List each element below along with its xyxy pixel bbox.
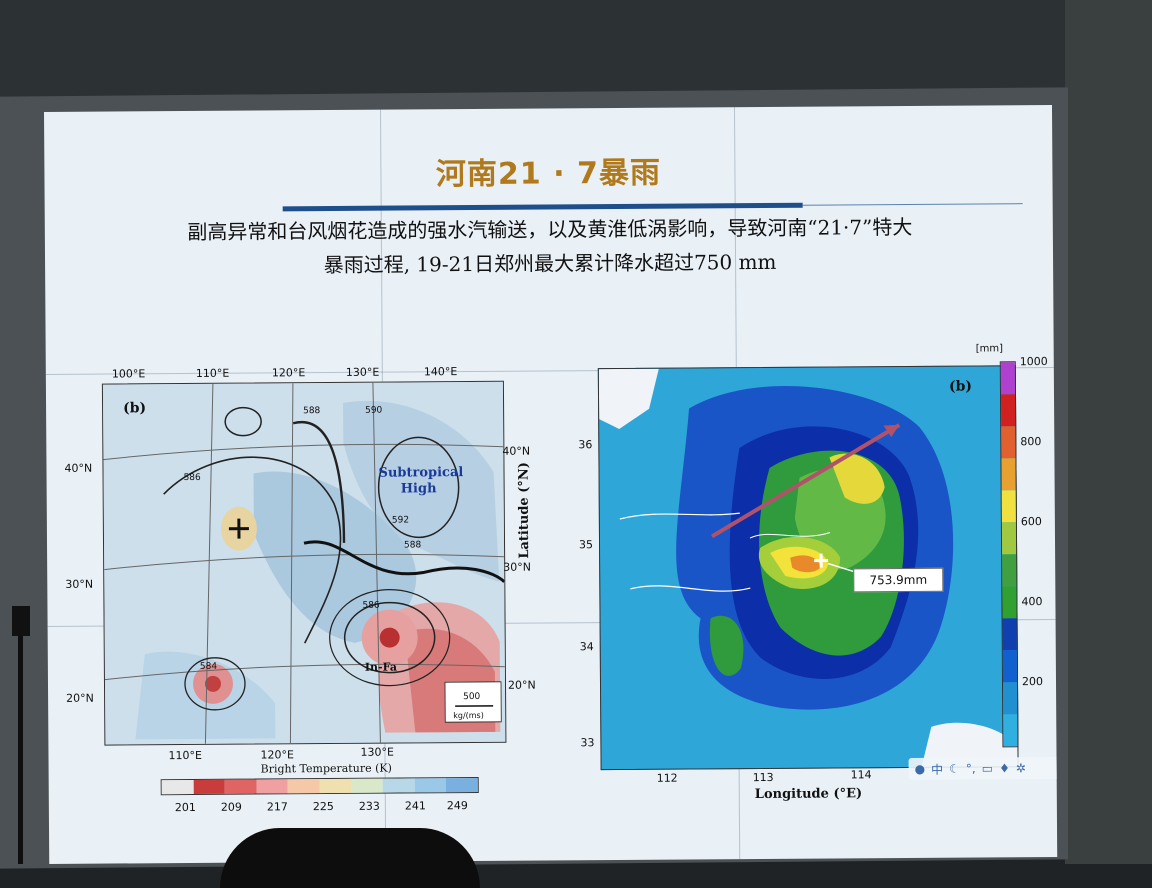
colorbar-tick: 225 [313,800,334,813]
punctuation-icon[interactable]: °, [966,762,976,776]
colorbar-segment [1003,714,1017,746]
contour-label: 590 [365,406,383,416]
colorbar-tick: 800 [1020,435,1041,448]
vector-reference-unit: kg/(ms) [453,711,484,720]
lon-tick-bottom: 110°E [168,749,202,762]
colorbar-tick: 1000 [1020,355,1048,368]
colorbar-segment [1001,458,1015,490]
lat-tick-left: 30°N [65,578,93,591]
lon-tick-top: 100°E [112,367,146,380]
colorbar-segment [1003,618,1017,650]
subtitle-line-1: 副高异常和台风烟花造成的强水汽输送，以及黄淮低涡影响，导致河南“21·7”特大 [75,209,1025,250]
colorbar-tick: 209 [221,801,242,814]
contour-label: 586 [184,473,202,483]
colorbar-tick: 241 [405,799,426,812]
colorbar-segment [256,779,288,793]
slide-subtitle: 副高异常和台风烟花造成的强水汽输送，以及黄淮低涡影响，导致河南“21·7”特大 … [75,209,1025,284]
title-underline-thin [803,203,1023,206]
microphone-stand [4,606,34,864]
colorbar-segment [193,780,225,794]
contour-label: 584 [200,662,218,672]
rainfall-map-graphic: (b) [599,366,1018,769]
input-mode-icon[interactable]: 中 [931,760,943,777]
subtropical-high-word: Subtropical [378,465,458,482]
colorbar-tick: 217 [267,800,288,813]
brightness-temperature-colorbar [161,777,479,795]
lat-tick-left: 20°N [66,692,94,705]
panel-letter: (b) [949,379,972,395]
lon-tick: 113 [753,771,774,784]
subtitle-line-2: 暴雨过程, 19-21日郑州最大累计降水超过750 mm [75,243,1025,284]
colorbar-tick: 200 [1022,675,1043,688]
moisture-transport-map-graphic: (b) 586 588 590 592 584 586 588 In-Fa 50… [103,382,506,745]
contour-label: 586 [362,601,380,611]
lon-tick: 114 [851,768,872,781]
lat-tick: 36 [578,438,592,451]
high-word: High [379,481,459,498]
colorbar-tick: 600 [1021,515,1042,528]
colorbar-segment [225,780,257,794]
lon-tick-bottom: 130°E [360,746,394,759]
colorbar-segment [1002,490,1016,522]
colorbar-segment [320,779,352,793]
contour-label: 592 [392,515,409,525]
globe-icon[interactable]: ● [915,762,926,776]
longitude-axis-label: Longitude (°E) [755,786,862,802]
typhoon-label: In-Fa [365,661,397,674]
lat-tick: 34 [580,640,594,653]
max-rainfall-callout: 753.9mm [853,568,943,593]
vector-reference-value: 500 [463,692,481,702]
lon-tick-top: 120°E [272,366,306,379]
lon-tick-top: 140°E [424,365,458,378]
ime-toolbar[interactable]: ● 中 ☾ °, ▭ ♦ ✲ [909,757,1058,780]
lon-tick-bottom: 120°E [260,748,294,761]
latitude-axis-label: Latitude (°N) [516,439,532,559]
colorbar-segment [1001,426,1015,458]
lon-tick-top: 110°E [196,367,230,380]
keyboard-icon[interactable]: ▭ [982,761,993,775]
lat-tick-right: 20°N [508,679,536,692]
colorbar-segment [1002,586,1016,618]
lon-tick-top: 130°E [346,366,380,379]
colorbar-title: Bright Temperature (K) [261,762,392,776]
colorbar-segment [1002,554,1016,586]
rainfall-colorbar [1000,361,1019,747]
moon-icon[interactable]: ☾ [949,762,960,776]
colorbar-tick: 233 [359,800,380,813]
moisture-transport-map: (b) 586 588 590 592 584 586 588 In-Fa 50… [102,381,507,746]
contour-label: 588 [404,540,422,550]
contour-label: 588 [303,406,321,416]
colorbar-segment [1003,682,1017,714]
room-wall-right [1065,0,1152,864]
panel-letter: (b) [123,400,146,416]
unit-label: [mm] [976,343,1003,354]
colorbar-segment [1001,362,1015,394]
colorbar-segment [446,778,478,792]
colorbar-tick: 201 [175,801,196,814]
colorbar-segment [1002,522,1016,554]
colorbar-tick: 249 [447,799,468,812]
colorbar-segment [1001,394,1015,426]
lat-tick: 33 [580,736,594,749]
presentation-slide: 河南21 · 7暴雨 副高异常和台风烟花造成的强水汽输送，以及黄淮低涡影响，导致… [44,105,1057,864]
audience-head [220,828,480,888]
colorbar-segment [414,778,446,792]
lat-tick-left: 40°N [64,462,92,475]
colorbar-segment [383,778,415,792]
mic-icon[interactable]: ♦ [999,761,1010,775]
subtropical-high-label: Subtropical High [378,465,458,498]
colorbar-segment [162,780,194,794]
colorbar-tick: 400 [1021,595,1042,608]
colorbar-segment [288,779,320,793]
title-underline [283,203,803,212]
colorbar-segment [351,779,383,793]
settings-icon[interactable]: ✲ [1016,761,1026,775]
rainfall-map: (b) [598,365,1019,770]
slide-title: 河南21 · 7暴雨 [44,145,1052,196]
lat-tick: 35 [579,538,593,551]
lat-tick-right: 30°N [503,561,531,574]
colorbar-segment [1003,650,1017,682]
lon-tick: 112 [657,772,678,785]
